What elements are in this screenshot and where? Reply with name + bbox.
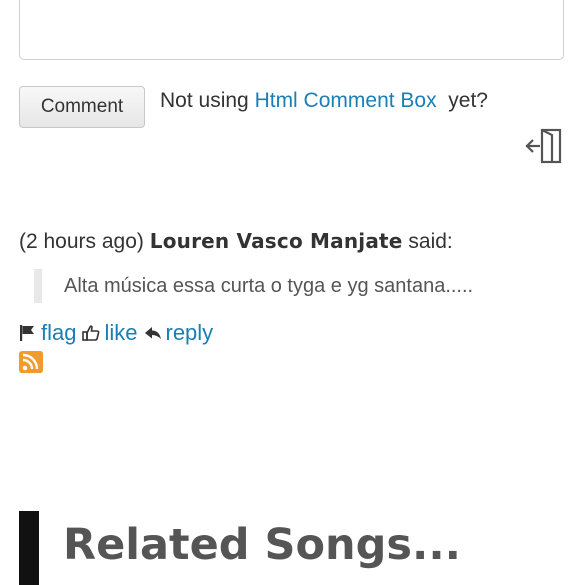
comment-section-page: Comment Not using Html Comment Box yet? … — [0, 0, 585, 585]
flag-link[interactable]: flag — [41, 320, 76, 346]
comment-time: (2 hours ago) — [19, 230, 144, 253]
reply-icon — [144, 327, 161, 339]
rss-icon[interactable] — [19, 351, 43, 373]
like-link[interactable]: like — [104, 320, 137, 346]
comment-button[interactable]: Comment — [19, 86, 145, 128]
comment-textarea[interactable] — [19, 0, 564, 60]
comment-author: Louren Vasco Manjate — [149, 229, 403, 253]
comment-said: said: — [408, 230, 453, 253]
comment-meta: (2 hours ago) Louren Vasco Manjate said: — [19, 229, 453, 254]
thumbs-up-icon — [82, 325, 100, 341]
flag-icon — [20, 325, 34, 341]
promo-text: Not using Html Comment Box yet? — [160, 89, 488, 113]
related-songs-heading: Related Songs... — [63, 520, 462, 570]
reply-link[interactable]: reply — [166, 320, 214, 346]
promo-prefix: Not using — [160, 89, 255, 112]
related-heading-bar — [19, 511, 39, 585]
logout-icon[interactable] — [524, 127, 564, 165]
comment-actions: flag like reply — [19, 320, 219, 346]
html-comment-box-link[interactable]: Html Comment Box — [255, 89, 437, 112]
promo-suffix: yet? — [436, 89, 488, 112]
comment-body: Alta música essa curta o tyga e yg santa… — [34, 269, 473, 303]
comment-text: Alta música essa curta o tyga e yg santa… — [64, 274, 474, 297]
